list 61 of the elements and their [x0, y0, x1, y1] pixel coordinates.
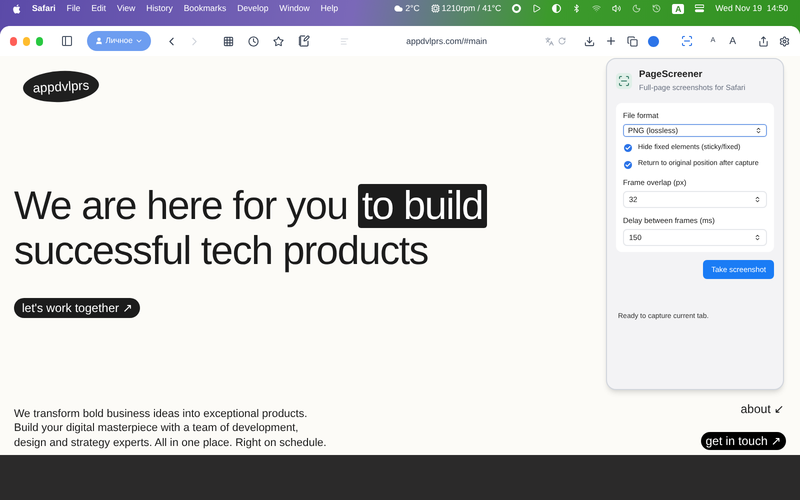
screenshot-icon[interactable]	[680, 35, 693, 47]
bluetooth-icon[interactable]	[572, 4, 582, 13]
menu-item[interactable]: Window	[279, 2, 310, 15]
close-button[interactable]	[10, 36, 18, 46]
work-together-button[interactable]: let's work together ↗	[14, 298, 140, 318]
about-link[interactable]: about ↙	[740, 400, 784, 418]
chip-icon[interactable]	[430, 4, 440, 13]
menu-item[interactable]: Develop	[237, 2, 268, 15]
share-icon[interactable]	[758, 36, 769, 46]
settings-icon[interactable]	[778, 36, 790, 46]
checkbox[interactable]	[624, 160, 632, 168]
tabs-icon[interactable]	[626, 36, 638, 46]
history-icon[interactable]	[652, 4, 662, 13]
zoom-button[interactable]	[36, 36, 44, 46]
menu-item[interactable]: File	[66, 2, 80, 15]
circle-status-icon[interactable]	[512, 4, 522, 13]
stepper-icon	[754, 234, 761, 242]
star-icon[interactable]	[272, 36, 284, 46]
plus-icon[interactable]	[604, 35, 617, 47]
body-text: design and strategy experts. All in one place. Right on schedule.	[14, 436, 326, 450]
volume-icon[interactable]	[612, 4, 622, 13]
cloud-icon[interactable]	[394, 4, 404, 13]
notes-icon[interactable]	[298, 35, 310, 47]
body-text: Build your digital masterpiece with a team of development,	[14, 421, 300, 436]
address-field[interactable]: appdvlprs.com/#main	[332, 30, 574, 52]
stepper-icon	[754, 196, 761, 203]
menu-item[interactable]: View	[116, 2, 136, 15]
fan-status[interactable]: 1210rpm / 41°C	[442, 2, 502, 15]
get-in-touch-button[interactable]: get in touch ↗	[700, 432, 786, 450]
menu-item[interactable]: Safari	[32, 2, 56, 15]
headline-text: We are here for you	[14, 184, 349, 228]
stepper-icon	[755, 126, 762, 134]
chevron-down-icon	[134, 37, 143, 45]
menu-item[interactable]: Help	[320, 2, 338, 15]
text-larger-button[interactable]: A	[729, 34, 736, 48]
body-text: We transform bold business ideas into exceptional products.	[14, 406, 308, 421]
download-icon[interactable]	[584, 36, 595, 46]
menu-clock[interactable]: Wed Nov 19 14:50	[715, 2, 788, 15]
logo[interactable]: appdvlprs	[22, 69, 100, 104]
sidebar-icon[interactable]	[61, 35, 74, 47]
moon-icon[interactable]	[632, 4, 642, 13]
highlighted-headline-text: to build	[358, 184, 487, 228]
grid-icon[interactable]	[222, 36, 234, 46]
person-icon	[95, 37, 104, 45]
reader-icon	[340, 36, 349, 46]
play-icon[interactable]	[532, 4, 542, 13]
reload-icon[interactable]	[558, 37, 566, 45]
weather-status[interactable]: 2°C	[405, 2, 420, 15]
control-center-icon[interactable]	[695, 4, 704, 13]
popup-title: PageScreener	[639, 68, 704, 82]
translate-icon[interactable]	[544, 36, 554, 46]
menu-item[interactable]: History	[146, 2, 173, 15]
menu-item[interactable]: Bookmarks	[184, 2, 226, 15]
checkbox[interactable]	[624, 144, 632, 152]
extension-icon[interactable]	[648, 36, 659, 46]
input-source-badge[interactable]: A	[672, 4, 684, 14]
clock-icon[interactable]	[248, 36, 259, 46]
apple-logo-icon[interactable]	[12, 4, 21, 14]
headline-text: successful tech products	[14, 229, 428, 273]
wifi-icon[interactable]	[592, 4, 602, 13]
menu-item[interactable]: Edit	[91, 2, 106, 15]
